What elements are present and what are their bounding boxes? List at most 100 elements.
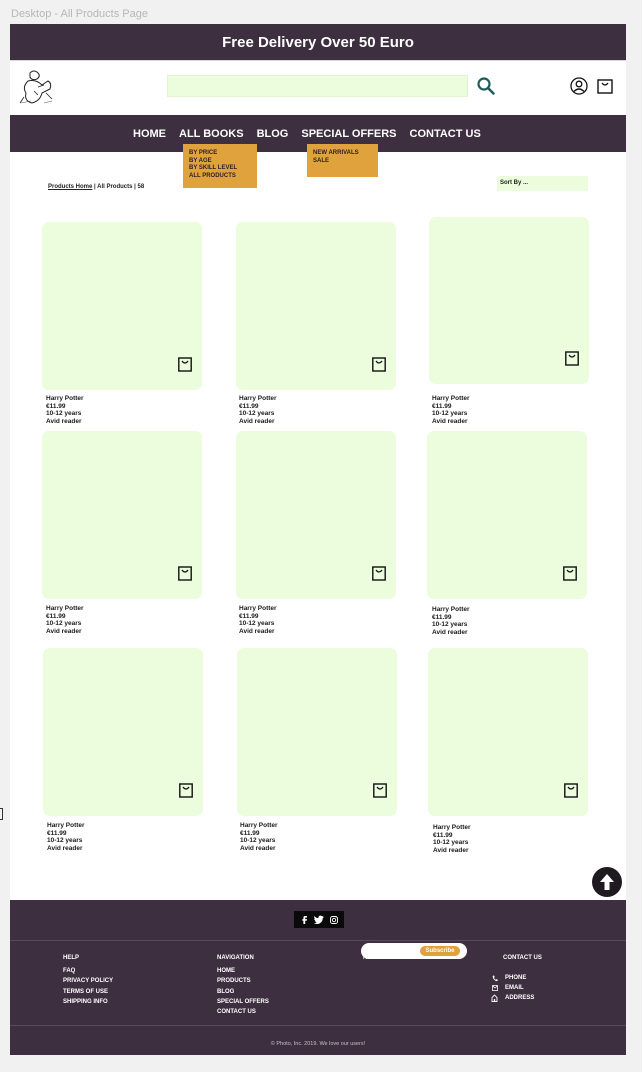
bag-icon[interactable] (564, 782, 578, 798)
bag-icon[interactable] (373, 782, 387, 798)
nav-home[interactable]: HOME (133, 128, 166, 140)
product-age: 10-12 years (433, 839, 469, 847)
product-card[interactable] (237, 648, 397, 816)
contact-email-label: EMAIL (505, 985, 524, 991)
product-title[interactable]: Harry Potter (239, 395, 277, 403)
footer-link-blog[interactable]: BLOG (217, 987, 269, 997)
product-info: Harry Potter €11.99 10-12 years Avid rea… (433, 824, 471, 854)
breadcrumb-home[interactable]: Products Home (48, 184, 92, 190)
footer-link-terms[interactable]: TERMS OF USE (63, 987, 113, 997)
product-price: €11.99 (47, 829, 67, 837)
subscribe-button[interactable]: Subscribe (420, 946, 460, 956)
page-frame: Free Delivery Over 50 Euro HOME ALL BOOK… (10, 24, 626, 1055)
dropdown-item-by-skill[interactable]: BY SKILL LEVEL (189, 165, 251, 173)
help-links: FAQ PRIVACY POLICY TERMS OF USE SHIPPING… (63, 966, 113, 1007)
sort-label: Sort By ... (500, 180, 529, 186)
product-info: Harry Potter €11.99 10-12 years Avid rea… (46, 395, 84, 425)
product-title[interactable]: Harry Potter (432, 395, 470, 403)
nav-special-offers[interactable]: SPECIAL OFFERS (301, 128, 396, 140)
phone-icon (490, 974, 499, 982)
breadcrumb-current: All Products (97, 184, 133, 190)
footer-link-faq[interactable]: FAQ (63, 966, 113, 976)
twitter-icon[interactable] (314, 915, 324, 924)
footer-link-special-offers[interactable]: SPECIAL OFFERS (217, 997, 269, 1007)
product-card[interactable] (43, 648, 203, 816)
product-level: Avid reader (46, 627, 82, 635)
bag-icon[interactable] (372, 565, 386, 581)
contact-email[interactable]: EMAIL (490, 984, 524, 992)
cart-icon[interactable] (597, 76, 613, 94)
site-footer: HELP FAQ PRIVACY POLICY TERMS OF USE SHI… (10, 900, 626, 1055)
product-info: Harry Potter €11.99 10-12 years Avid rea… (432, 395, 470, 425)
dropdown-item-by-age[interactable]: BY AGE (189, 158, 251, 166)
dropdown-item-new-arrivals[interactable]: NEW ARRIVALS (313, 150, 372, 158)
product-level: Avid reader (239, 627, 275, 635)
footer-link-shipping[interactable]: SHIPPING INFO (63, 997, 113, 1007)
address-icon (490, 994, 499, 1002)
site-header (10, 60, 626, 116)
product-age: 10-12 years (432, 410, 468, 418)
dropdown-item-all-products[interactable]: ALL PRODUCTS (189, 173, 251, 181)
product-card[interactable] (42, 222, 202, 390)
product-title[interactable]: Harry Potter (240, 822, 278, 830)
promo-text: Free Delivery Over 50 Euro (222, 33, 414, 51)
footer-link-home[interactable]: HOME (217, 966, 269, 976)
product-info: Harry Potter €11.99 10-12 years Avid rea… (240, 822, 278, 852)
bag-icon[interactable] (372, 356, 386, 372)
product-card[interactable] (428, 648, 588, 816)
footer-divider (10, 1025, 626, 1026)
product-card[interactable] (236, 222, 396, 390)
search-icon[interactable] (476, 76, 496, 96)
promo-banner: Free Delivery Over 50 Euro (10, 24, 626, 60)
product-title[interactable]: Harry Potter (433, 824, 471, 832)
product-title[interactable]: Harry Potter (46, 395, 84, 403)
product-title[interactable]: Harry Potter (432, 606, 470, 614)
facebook-icon[interactable] (300, 915, 308, 924)
product-card[interactable] (236, 431, 396, 599)
instagram-icon[interactable] (330, 915, 338, 924)
product-age: 10-12 years (46, 620, 82, 628)
product-card[interactable] (429, 217, 589, 384)
bag-icon[interactable] (565, 350, 579, 366)
arrow-up-icon (600, 874, 614, 890)
product-price: €11.99 (239, 402, 259, 410)
user-icon[interactable] (570, 77, 588, 95)
product-card[interactable] (42, 431, 202, 599)
edge-marker (0, 808, 3, 820)
nav-contact-us[interactable]: CONTACT US (410, 128, 481, 140)
product-title[interactable]: Harry Potter (46, 605, 84, 613)
product-title[interactable]: Harry Potter (47, 822, 85, 830)
nav-blog[interactable]: BLOG (257, 128, 289, 140)
help-title: HELP (63, 955, 80, 961)
nav-all-books[interactable]: ALL BOOKS (179, 128, 244, 140)
footer-link-contact[interactable]: CONTACT US (217, 1007, 269, 1017)
product-level: Avid reader (239, 417, 275, 425)
footer-link-privacy[interactable]: PRIVACY POLICY (63, 976, 113, 986)
frame-label: Desktop - All Products Page (11, 8, 148, 20)
bag-icon[interactable] (179, 782, 193, 798)
product-info: Harry Potter €11.99 10-12 years Avid rea… (239, 395, 277, 425)
search-input[interactable] (167, 75, 468, 97)
product-age: 10-12 years (239, 410, 275, 418)
product-level: Avid reader (433, 846, 469, 854)
contact-address[interactable]: ADDRESS (490, 994, 534, 1002)
product-price: €11.99 (46, 402, 66, 410)
product-title[interactable]: Harry Potter (239, 605, 277, 613)
footer-divider (10, 940, 626, 941)
bag-icon[interactable] (178, 565, 192, 581)
scroll-to-top-button[interactable] (592, 867, 622, 897)
product-level: Avid reader (240, 844, 276, 852)
bag-icon[interactable] (563, 565, 577, 581)
dropdown-item-by-price[interactable]: BY PRICE (189, 150, 251, 158)
footer-link-products[interactable]: PRODUCTS (217, 976, 269, 986)
product-price: €11.99 (432, 402, 452, 410)
product-card[interactable] (427, 431, 587, 599)
social-links (294, 911, 344, 928)
sort-dropdown[interactable]: Sort By ... (497, 176, 588, 191)
bag-icon[interactable] (178, 356, 192, 372)
logo-illustration[interactable] (16, 67, 58, 109)
contact-phone[interactable]: PHONE (490, 974, 526, 982)
dropdown-item-sale[interactable]: SALE (313, 158, 372, 166)
all-books-dropdown: BY PRICE BY AGE BY SKILL LEVEL ALL PRODU… (183, 144, 257, 188)
email-icon (490, 984, 499, 992)
